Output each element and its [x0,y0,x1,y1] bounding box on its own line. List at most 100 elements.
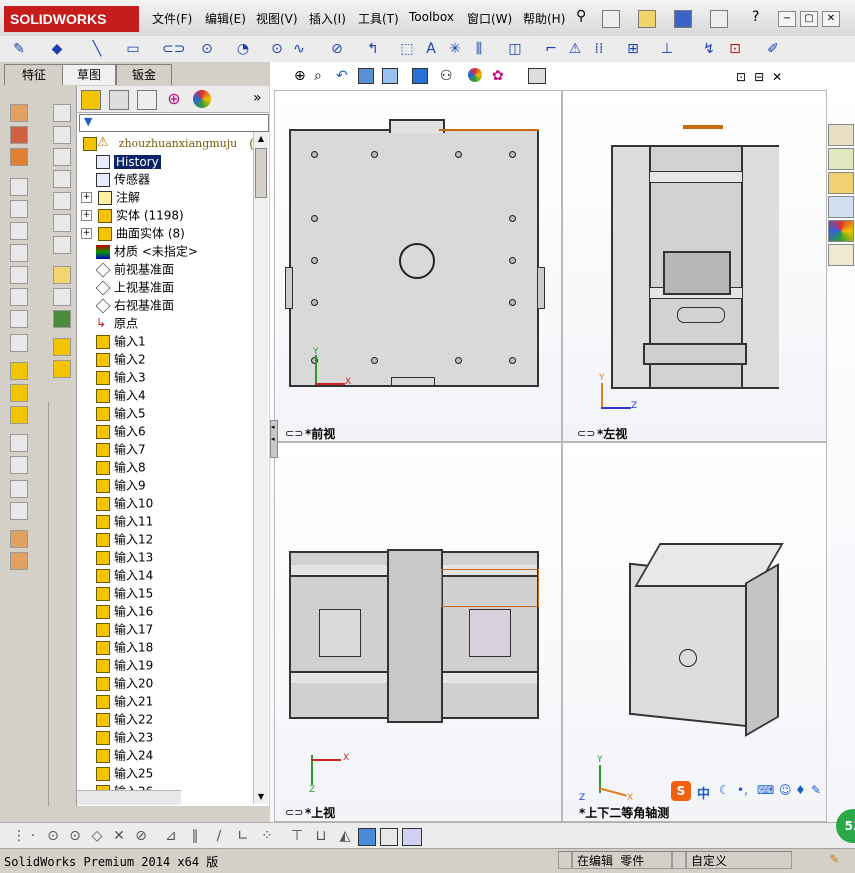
circle-icon[interactable]: ⊙ [198,40,216,58]
menu-insert[interactable]: 插入(I) [309,10,346,27]
ime-keyboard-icon[interactable]: ⌨ [757,783,774,797]
menu-toolbox[interactable]: Toolbox [409,10,454,24]
appearances-icon[interactable] [828,220,854,242]
tree-hscrollbar[interactable] [77,790,181,805]
dome-icon[interactable] [10,456,28,474]
angle-snap-icon[interactable]: ∟ [234,827,252,845]
sweep-icon[interactable] [10,148,28,166]
fillet-feature-icon[interactable] [10,334,28,352]
parallel-snap-icon[interactable]: ∕ [210,827,228,845]
tab-sheet-metal[interactable]: 钣金 [116,64,172,85]
sketch-plane-icon[interactable] [53,104,71,122]
text-icon[interactable]: A [422,40,440,58]
block-save-icon[interactable] [53,360,71,378]
minimize-icon[interactable]: − [778,11,796,27]
tree-node[interactable]: 输入5 [77,404,146,422]
move-icon[interactable]: ⊞ [624,40,642,58]
layout-icon[interactable] [402,828,422,846]
smart-dimension-icon[interactable]: ✎ [10,40,28,58]
dimxpert-icon[interactable]: ⊕ [165,90,183,108]
repair-icon[interactable]: ↯ [700,40,718,58]
expand-panel-icon[interactable]: » [253,90,262,106]
tree-node[interactable]: 右视基准面 [77,296,174,314]
line-icon[interactable]: ╲ [88,40,106,58]
boundary-cut-icon[interactable] [10,310,28,328]
extrude-cut-icon[interactable] [10,222,28,240]
tree-node[interactable]: + 实体 (1198) [77,206,184,224]
graphics-area[interactable]: ⊕ ⌕ ↶ ⚇ ✿ ⊡⊟✕ Y X ⊂⊃ *前视 Y Z ⊂⊃ *左视 X Z … [270,62,855,822]
shell-icon[interactable] [10,384,28,402]
length-snap-icon[interactable]: ⊔ [312,827,330,845]
tree-node[interactable]: 输入4 [77,386,146,404]
rapid-sketch-icon[interactable]: ✐ [764,40,782,58]
feature-manager-icon[interactable] [81,90,101,110]
view-palette-icon[interactable] [828,196,854,218]
menu-edit[interactable]: 编辑(E) [205,10,246,27]
relations-icon[interactable]: ⊥ [658,40,676,58]
tree-node[interactable]: 输入10 [77,494,153,512]
open-folder-icon[interactable] [638,10,656,28]
grid-snap-icon[interactable]: ⁘ [258,827,276,845]
tree-node[interactable]: 输入13 [77,548,153,566]
ime-tools-icon[interactable]: ✎ [811,783,821,797]
print-icon[interactable] [710,10,728,28]
repair-sketch-icon[interactable] [53,288,71,306]
edit-sketch-icon[interactable] [53,266,71,284]
viewport-iso[interactable]: Y X Z *上下二等角轴测 S 中 ☾ •, ⌨ ☺ ♦ ✎ [562,442,827,822]
appearance-icon[interactable] [468,68,482,82]
tab-features[interactable]: 特征 [4,64,64,85]
curves-icon[interactable] [10,502,28,520]
intersect-icon[interactable] [10,552,28,570]
swept-cut-icon[interactable] [10,266,28,284]
warning-icon[interactable]: ⚠ [566,40,584,58]
3d-sketch-icon[interactable] [53,126,71,144]
revolve-cut-icon[interactable] [10,244,28,262]
sketch-text-icon[interactable] [53,192,71,210]
point-snap-icon[interactable]: · [24,827,42,845]
ime-mode-label[interactable]: 中 [697,783,710,802]
tree-node[interactable]: 输入15 [77,584,153,602]
circle-snap-icon[interactable]: ⊙ [66,827,84,845]
lofted-cut-icon[interactable] [10,288,28,306]
display-mode-icon[interactable] [358,828,376,846]
tree-node[interactable]: 输入17 [77,620,153,638]
sketch-grid-icon[interactable] [380,828,398,846]
scene-icon[interactable]: ✿ [492,68,504,84]
tree-node[interactable]: 输入24 [77,746,153,764]
tree-scrollbar[interactable]: ▲ ▼ [253,132,268,804]
fillet-icon[interactable]: ↰ [364,40,382,58]
menu-view[interactable]: 视图(V) [256,10,298,27]
tree-node[interactable]: 输入7 [77,440,146,458]
intersection-snap-icon[interactable]: ✕ [110,827,128,845]
expand-icon[interactable]: + [81,192,92,203]
solidworks-resources-icon[interactable] [828,124,854,146]
slot-icon[interactable]: ⊂⊃ [162,40,185,58]
tree-node[interactable]: 输入9 [77,476,146,494]
dimension-snap-icon[interactable]: ⊤ [288,827,306,845]
move-entities-icon[interactable] [53,310,71,328]
tree-node[interactable]: 输入11 [77,512,153,530]
viewport-top[interactable]: X Z ⊂⊃ *上视 [274,442,562,822]
shaded-icon[interactable]: ◭ [336,827,354,845]
tree-node[interactable]: 前视基准面 [77,260,174,278]
status-units[interactable]: 自定义 [686,851,792,869]
menu-file[interactable]: 文件(F) [152,10,192,27]
viewport-front[interactable]: Y X ⊂⊃ *前视 [274,90,562,442]
tree-node[interactable]: 上视基准面 [77,278,174,296]
ellipse-icon[interactable]: ⊘ [328,40,346,58]
tree-node[interactable]: 输入21 [77,692,153,710]
rib-icon[interactable] [10,362,28,380]
sketch-curve-icon[interactable] [53,236,71,254]
expand-icon[interactable]: + [81,210,92,221]
ime-skin-icon[interactable]: ♦ [795,783,806,797]
tree-node[interactable]: 输入14 [77,566,153,584]
viewport-close-icon[interactable]: ✕ [772,70,790,84]
tree-node[interactable]: 输入16 [77,602,153,620]
scroll-down-icon[interactable]: ▼ [254,790,268,804]
save-icon[interactable] [674,10,692,28]
viewport-tile-icon[interactable]: ⊟ [754,70,772,84]
file-explorer-icon[interactable] [828,172,854,194]
convert-icon[interactable]: ◫ [506,40,524,58]
viewport-left[interactable]: Y Z ⊂⊃ *左视 [562,90,827,442]
tree-node[interactable]: 输入1 [77,332,146,350]
